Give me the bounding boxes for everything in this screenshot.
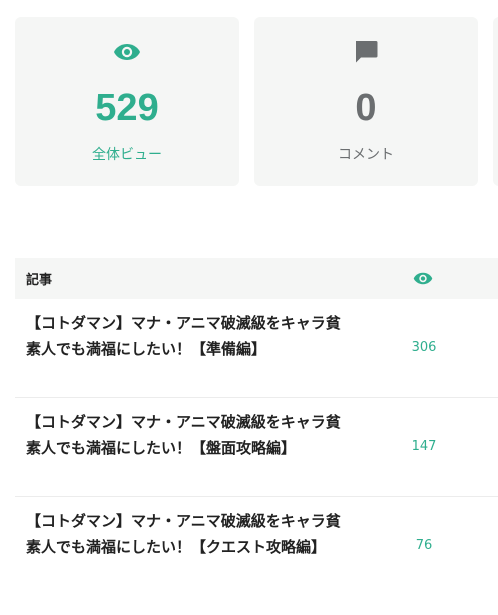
- comment-icon: [254, 39, 478, 65]
- partial-card: [493, 17, 498, 186]
- article-views: 147: [411, 439, 437, 454]
- article-title-link[interactable]: 【コトダマン】マナ・アニマ破滅級をキャラ貧素人でも満福にしたい！【準備編】: [26, 310, 351, 362]
- total-views-value: 529: [95, 87, 159, 129]
- table-row[interactable]: 【コトダマン】マナ・アニマ破滅級をキャラ貧素人でも満福にしたい！【準備編】 30…: [15, 299, 498, 398]
- comments-value: 0: [355, 87, 377, 129]
- article-views-table: 記事 【コトダマン】マナ・アニマ破滅級をキャラ貧素人でも満福にしたい！【準備編】…: [15, 258, 498, 596]
- article-title-link[interactable]: 【コトダマン】マナ・アニマ破滅級をキャラ貧素人でも満福にしたい！【盤面攻略編】: [26, 409, 351, 461]
- article-views: 306: [411, 340, 437, 355]
- total-views-card: 529 全体ビュー: [15, 17, 239, 186]
- comments-card: 0 コメント: [254, 17, 478, 186]
- article-views: 76: [415, 538, 433, 553]
- table-header: 記事: [15, 258, 498, 299]
- comments-label: コメント: [338, 147, 394, 163]
- table-row[interactable]: 【コトダマン】マナ・アニマ破滅級をキャラ貧素人でも満福にしたい！【クエスト攻略編…: [15, 497, 498, 596]
- eye-icon: [413, 269, 433, 287]
- stats-summary: 529 全体ビュー 0 コメント: [15, 17, 498, 187]
- article-title-link[interactable]: 【コトダマン】マナ・アニマ破滅級をキャラ貧素人でも満福にしたい！【クエスト攻略編…: [26, 508, 351, 560]
- table-row[interactable]: 【コトダマン】マナ・アニマ破滅級をキャラ貧素人でも満福にしたい！【盤面攻略編】 …: [15, 398, 498, 497]
- total-views-label: 全体ビュー: [92, 147, 162, 163]
- column-header-article: 記事: [26, 273, 53, 288]
- eye-icon: [15, 39, 239, 65]
